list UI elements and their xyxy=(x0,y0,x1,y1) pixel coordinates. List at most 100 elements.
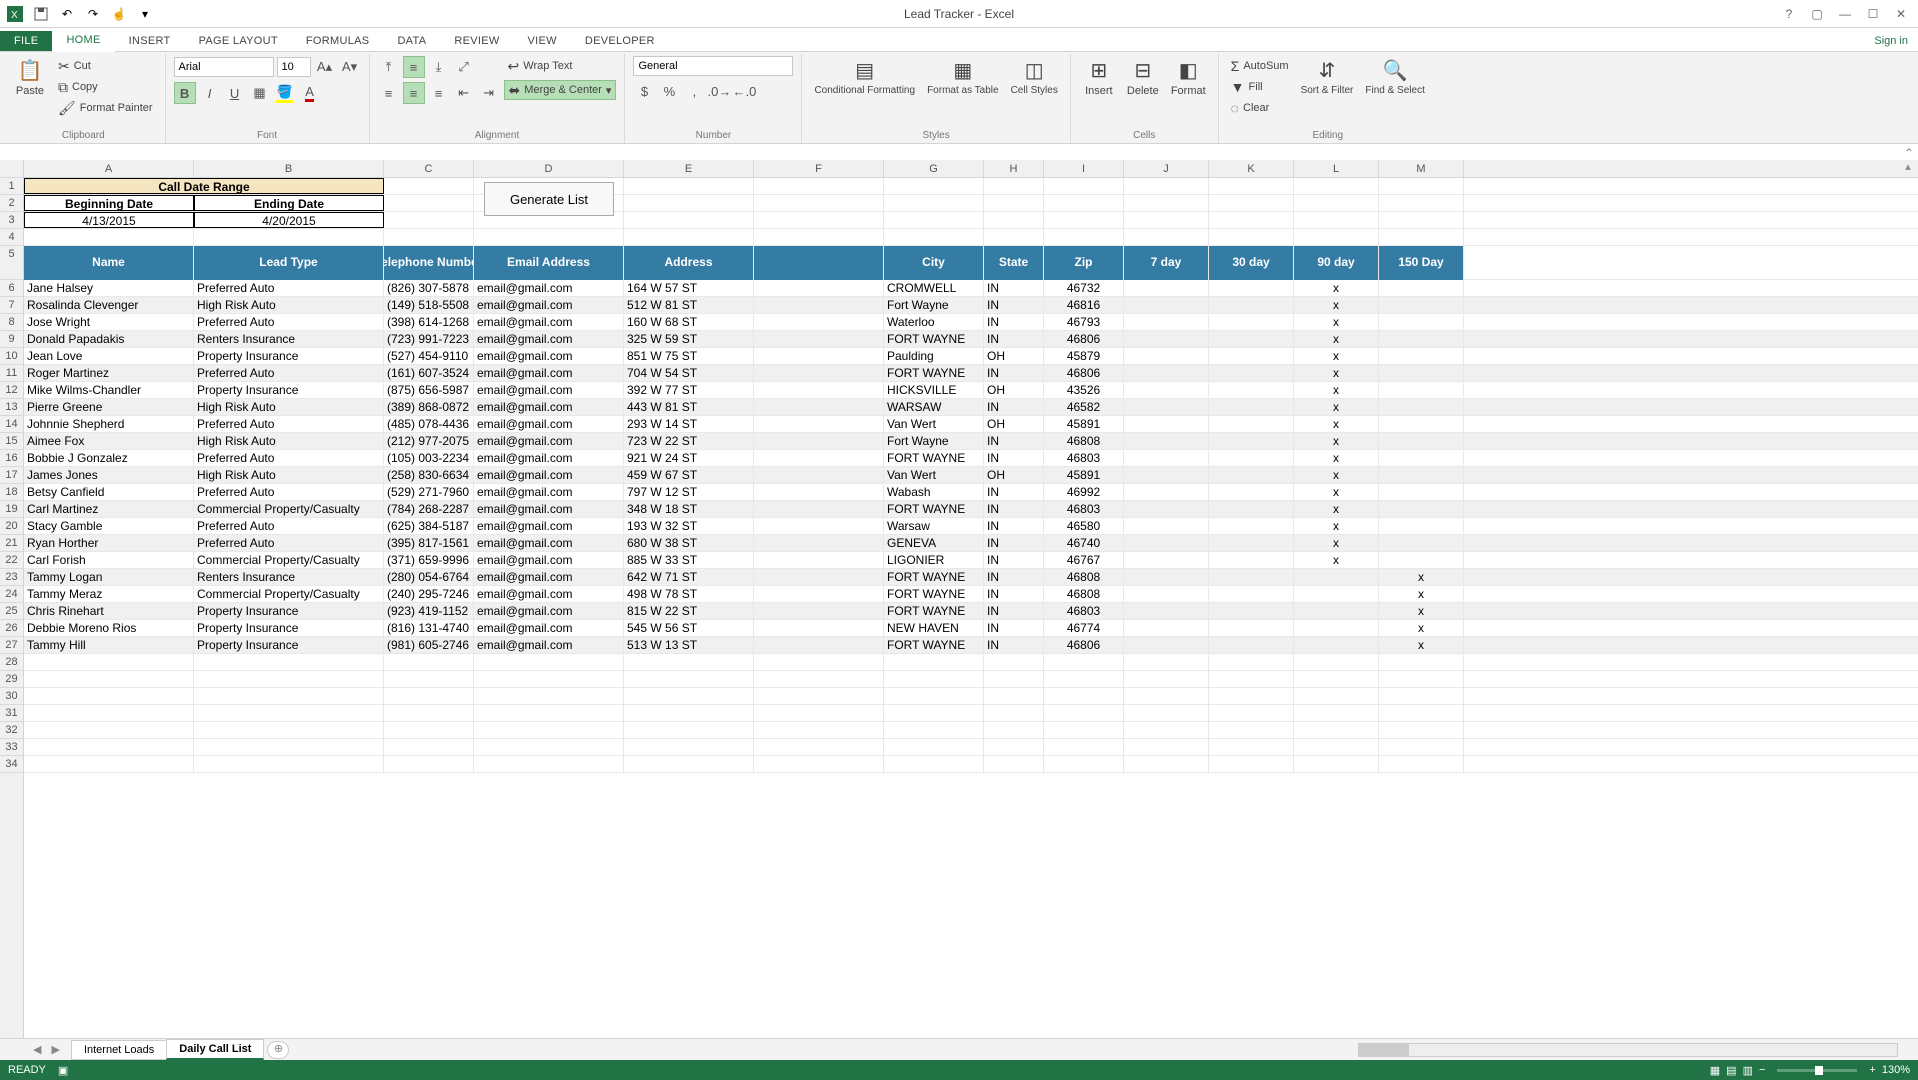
cell[interactable]: (816) 131-4740 xyxy=(384,620,474,636)
format-painter-button[interactable]: 🖌Format Painter xyxy=(54,98,157,118)
cell[interactable] xyxy=(1294,671,1379,687)
autosum-button[interactable]: ΣAutoSum xyxy=(1227,56,1293,76)
bold-button[interactable]: B xyxy=(174,82,196,104)
cell[interactable]: IN xyxy=(984,552,1044,568)
cell[interactable]: Fort Wayne xyxy=(884,297,984,313)
table-row[interactable]: Roger MartinezPreferred Auto(161) 607-35… xyxy=(24,365,1918,382)
view-normal-icon[interactable]: ▦ xyxy=(1710,1064,1720,1077)
cell[interactable]: Carl Forish xyxy=(24,552,194,568)
cell[interactable]: Preferred Auto xyxy=(194,365,384,381)
cell[interactable]: 293 W 14 ST xyxy=(624,416,754,432)
cell[interactable]: 46803 xyxy=(1044,450,1124,466)
cell[interactable]: x xyxy=(1294,484,1379,500)
call-date-range-title[interactable]: Call Date Range xyxy=(24,178,384,194)
cell[interactable]: 392 W 77 ST xyxy=(624,382,754,398)
cell[interactable] xyxy=(1379,399,1464,415)
cell[interactable] xyxy=(624,705,754,721)
cell[interactable]: Jose Wright xyxy=(24,314,194,330)
cell[interactable] xyxy=(1379,450,1464,466)
decrease-indent-button[interactable]: ⇤ xyxy=(453,82,475,104)
tab-insert[interactable]: INSERT xyxy=(115,31,185,51)
cell[interactable] xyxy=(1294,195,1379,211)
cell[interactable] xyxy=(984,671,1044,687)
cell[interactable]: 46767 xyxy=(1044,552,1124,568)
cell[interactable] xyxy=(1044,756,1124,772)
cell[interactable]: x xyxy=(1294,518,1379,534)
cell[interactable]: FORT WAYNE xyxy=(884,450,984,466)
column-header-A[interactable]: A xyxy=(24,160,194,177)
cell[interactable]: x xyxy=(1294,331,1379,347)
cell[interactable] xyxy=(1044,705,1124,721)
cell[interactable] xyxy=(754,722,884,738)
cell[interactable]: Tammy Hill xyxy=(24,637,194,653)
row-header-8[interactable]: 8 xyxy=(0,314,23,331)
cell[interactable]: 498 W 78 ST xyxy=(624,586,754,602)
cell[interactable] xyxy=(1209,178,1294,194)
cell[interactable] xyxy=(194,671,384,687)
cell[interactable]: OH xyxy=(984,382,1044,398)
row-header-14[interactable]: 14 xyxy=(0,416,23,433)
column-header-H[interactable]: H xyxy=(984,160,1044,177)
cell[interactable] xyxy=(1379,739,1464,755)
cell[interactable]: Property Insurance xyxy=(194,382,384,398)
cell[interactable] xyxy=(1379,501,1464,517)
cell[interactable] xyxy=(624,195,754,211)
cell[interactable]: Preferred Auto xyxy=(194,314,384,330)
cell[interactable]: email@gmail.com xyxy=(474,603,624,619)
cell[interactable]: 46806 xyxy=(1044,637,1124,653)
copy-button[interactable]: ⧉Copy xyxy=(54,77,157,97)
cell[interactable] xyxy=(1209,484,1294,500)
cell[interactable] xyxy=(474,756,624,772)
tab-page-layout[interactable]: PAGE LAYOUT xyxy=(185,31,292,51)
cell[interactable]: email@gmail.com xyxy=(474,586,624,602)
row-header-12[interactable]: 12 xyxy=(0,382,23,399)
cell[interactable]: James Jones xyxy=(24,467,194,483)
cell[interactable] xyxy=(754,637,884,653)
cell[interactable] xyxy=(1044,229,1124,245)
font-name-select[interactable]: Arial xyxy=(174,57,274,77)
row-header-11[interactable]: 11 xyxy=(0,365,23,382)
italic-button[interactable]: I xyxy=(199,82,221,104)
cell[interactable] xyxy=(384,195,474,211)
cell[interactable]: 46808 xyxy=(1044,433,1124,449)
cell[interactable]: Preferred Auto xyxy=(194,484,384,500)
cell[interactable] xyxy=(1124,212,1209,228)
cell[interactable] xyxy=(884,688,984,704)
table-row[interactable]: Johnnie ShepherdPreferred Auto(485) 078-… xyxy=(24,416,1918,433)
cell[interactable]: (981) 605-2746 xyxy=(384,637,474,653)
cell[interactable] xyxy=(754,654,884,670)
cell[interactable]: (258) 830-6634 xyxy=(384,467,474,483)
row-header-1[interactable]: 1 xyxy=(0,178,23,195)
cell[interactable]: FORT WAYNE xyxy=(884,501,984,517)
cell[interactable]: email@gmail.com xyxy=(474,348,624,364)
row-header-16[interactable]: 16 xyxy=(0,450,23,467)
cell[interactable] xyxy=(884,756,984,772)
cell[interactable] xyxy=(984,229,1044,245)
cell[interactable]: (212) 977-2075 xyxy=(384,433,474,449)
cell[interactable]: 4/20/2015 xyxy=(194,212,384,228)
cell[interactable] xyxy=(754,671,884,687)
cell[interactable] xyxy=(1209,552,1294,568)
cell[interactable]: Property Insurance xyxy=(194,603,384,619)
tab-file[interactable]: FILE xyxy=(0,31,52,51)
cell[interactable]: IN xyxy=(984,603,1044,619)
cell[interactable] xyxy=(624,688,754,704)
cell[interactable] xyxy=(884,722,984,738)
cell[interactable]: Telephone Number xyxy=(384,246,474,280)
table-row[interactable]: Aimee FoxHigh Risk Auto(212) 977-2075ema… xyxy=(24,433,1918,450)
save-icon[interactable] xyxy=(30,3,52,25)
cell[interactable] xyxy=(754,433,884,449)
cell[interactable]: email@gmail.com xyxy=(474,620,624,636)
cell[interactable] xyxy=(754,705,884,721)
cell[interactable]: IN xyxy=(984,365,1044,381)
cell[interactable] xyxy=(194,705,384,721)
column-header-I[interactable]: I xyxy=(1044,160,1124,177)
cell[interactable] xyxy=(1124,348,1209,364)
cell[interactable]: 46732 xyxy=(1044,280,1124,296)
cell[interactable] xyxy=(1044,212,1124,228)
cell[interactable]: x xyxy=(1379,569,1464,585)
cell[interactable] xyxy=(1209,382,1294,398)
cell[interactable]: 46793 xyxy=(1044,314,1124,330)
row-header-17[interactable]: 17 xyxy=(0,467,23,484)
cell[interactable] xyxy=(1294,722,1379,738)
